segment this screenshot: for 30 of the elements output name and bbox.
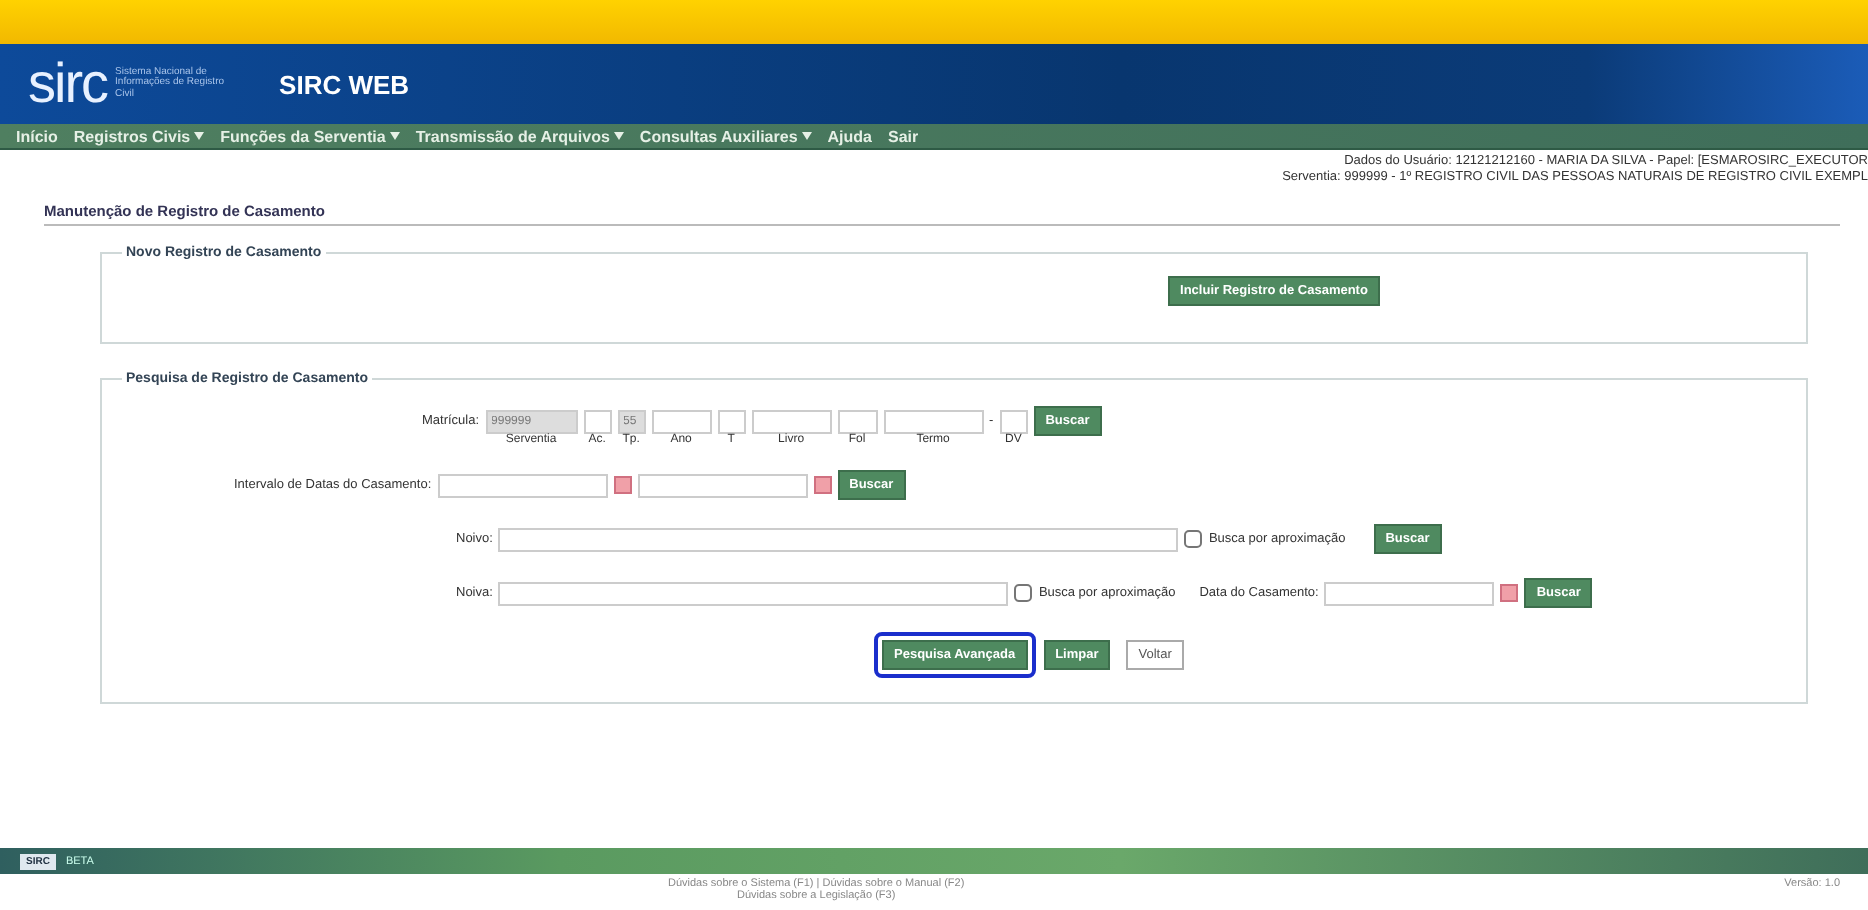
- logo: sirc: [28, 56, 108, 112]
- caret-icon[interactable]: [389, 132, 400, 140]
- input-field[interactable]: [1324, 581, 1495, 605]
- input-field[interactable]: [583, 410, 612, 434]
- menu-item[interactable]: Registros Civis: [73, 127, 191, 145]
- menu-item[interactable]: Consultas Auxiliares: [639, 127, 798, 145]
- menu-item[interactable]: Início: [16, 127, 58, 145]
- caret-icon[interactable]: [613, 132, 624, 140]
- caret-icon[interactable]: [801, 132, 812, 140]
- menu-item[interactable]: Transmissão de Arquivos: [415, 127, 610, 145]
- checkbox[interactable]: [1184, 530, 1203, 548]
- input-field[interactable]: [999, 410, 1028, 434]
- menu-item[interactable]: Sair: [888, 127, 919, 145]
- app-title: SIRC WEB: [279, 69, 410, 99]
- caret-icon[interactable]: [194, 132, 205, 140]
- input-field[interactable]: [751, 410, 832, 434]
- input-field[interactable]: [717, 410, 746, 434]
- input-field[interactable]: [883, 410, 984, 434]
- calendar-icon[interactable]: [613, 476, 632, 494]
- checkbox[interactable]: [1014, 584, 1033, 602]
- calendar-icon[interactable]: [813, 476, 832, 494]
- input-field[interactable]: [498, 527, 1179, 551]
- input-field[interactable]: [498, 581, 1009, 605]
- calendar-icon[interactable]: [1500, 584, 1519, 602]
- menu-item[interactable]: Ajuda: [827, 127, 872, 145]
- input-field[interactable]: [837, 410, 878, 434]
- menu-item[interactable]: Funções da Serventia: [220, 127, 386, 145]
- input-field[interactable]: [651, 410, 712, 434]
- input-field[interactable]: [637, 473, 808, 497]
- input-field[interactable]: [437, 473, 608, 497]
